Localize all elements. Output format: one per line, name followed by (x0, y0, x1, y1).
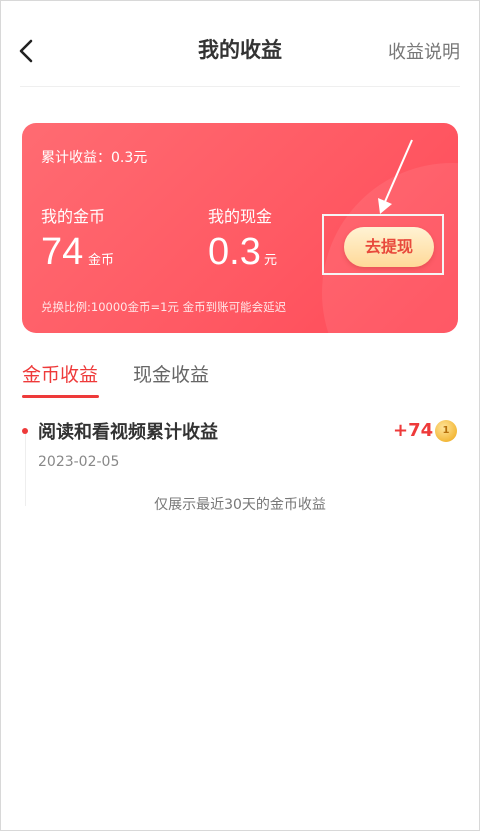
active-tab-indicator (22, 395, 99, 398)
cash-unit: 元 (264, 253, 278, 268)
pointer-arrow-icon (378, 139, 413, 214)
total-earnings: 累计收益：0.3元 (41, 150, 148, 166)
tab-coin-earnings[interactable]: 金币收益 (22, 360, 98, 387)
tab-cash-earnings[interactable]: 现金收益 (133, 360, 209, 387)
earnings-tabs: 金币收益 现金收益 (0, 352, 480, 402)
header-divider (20, 86, 460, 87)
coin-icon: 1 (435, 420, 457, 442)
cash-value: 0.3 (208, 231, 261, 273)
coins-label: 我的金币 (41, 207, 106, 226)
record-amount: +74 (393, 420, 434, 441)
top-bar: 我的收益 收益说明 (0, 0, 480, 86)
timeline-dot (22, 428, 28, 434)
withdraw-button[interactable]: 去提现 (344, 227, 434, 267)
exchange-rate-note: 兑换比例:10000金币=1元 金币到账可能会延迟 (41, 300, 287, 314)
record-title: 阅读和看视频累计收益 (38, 422, 218, 443)
cash-label: 我的现金 (208, 207, 273, 226)
record-date: 2023-02-05 (38, 454, 120, 470)
history-range-note: 仅展示最近30天的金币收益 (154, 497, 326, 513)
earnings-help-link[interactable]: 收益说明 (388, 38, 460, 64)
coins-value: 74 (41, 231, 84, 273)
coins-unit: 金币 (88, 253, 115, 268)
